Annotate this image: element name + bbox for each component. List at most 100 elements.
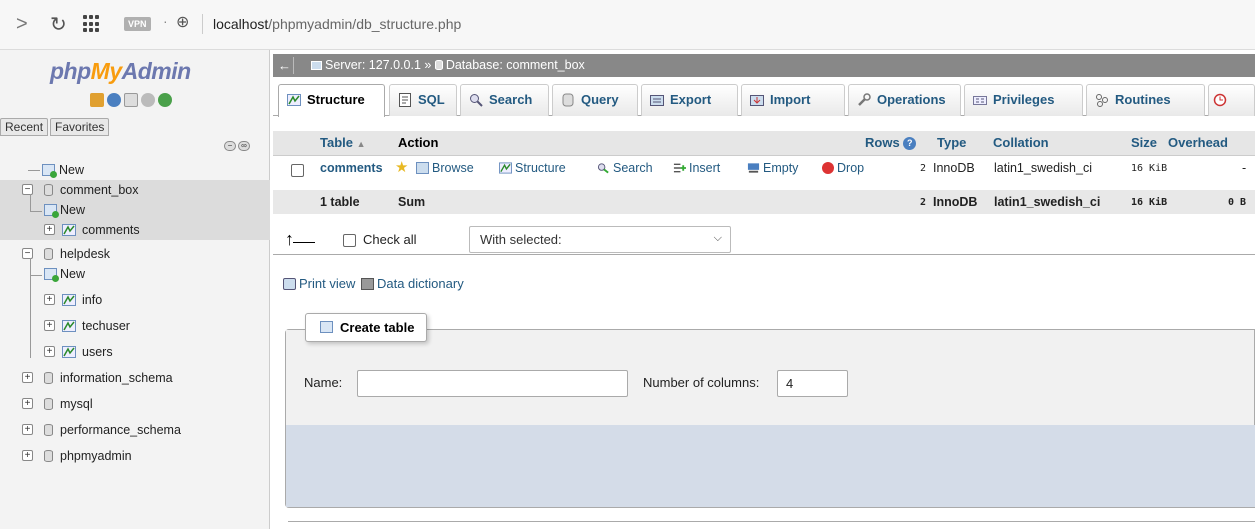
tree-item-phpmyadmin[interactable]: + phpmyadmin [0, 446, 270, 466]
table-row: comments ★ Browse Structure Search Inser… [273, 156, 1255, 182]
tree-item-new-table[interactable]: New [0, 194, 270, 220]
structure-icon [287, 94, 301, 106]
row-overhead: - [1242, 161, 1247, 175]
column-table-header[interactable]: Table ▲ [320, 135, 366, 150]
tab-structure[interactable]: Structure [278, 84, 385, 117]
collapse-icon[interactable]: − [22, 248, 33, 259]
tree-item-label: techuser [82, 319, 130, 333]
with-selected-select[interactable]: With selected: ⌵ [469, 226, 731, 253]
reload-icon[interactable]: ↻ [50, 12, 67, 37]
tree-item-new[interactable]: New [0, 160, 270, 180]
row-size[interactable]: 16 KiB [1131, 163, 1167, 174]
collapse-icon[interactable]: − [22, 184, 33, 195]
collapse-all-icon[interactable]: − [224, 141, 236, 151]
data-dictionary-link[interactable]: Data dictionary [360, 276, 464, 291]
empty-action[interactable]: Empty [747, 161, 798, 175]
expand-icon[interactable]: + [22, 424, 33, 435]
number-of-columns-label: Number of columns: [643, 375, 760, 390]
row-collation: latin1_swedish_ci [994, 161, 1092, 175]
address-bar[interactable]: localhost/phpmyadmin/db_structure.php [213, 16, 461, 32]
tab-import[interactable]: Import [741, 84, 845, 116]
tab-sql[interactable]: SQL [389, 84, 457, 116]
vpn-badge[interactable]: VPN [124, 17, 151, 31]
tree-item-helpdesk[interactable]: − helpdesk [0, 244, 270, 264]
tree-item-comments[interactable]: + comments [0, 220, 270, 240]
search-icon [597, 163, 609, 174]
tree-item-new-table[interactable]: New [0, 258, 270, 358]
tree-item-label: New [59, 163, 85, 177]
favorites-tab[interactable]: Favorites [50, 118, 110, 136]
back-arrow-icon[interactable]: ← [278, 54, 291, 77]
print-links: Print view Data dictionary [283, 276, 464, 291]
insert-action[interactable]: Insert [673, 161, 720, 175]
expand-icon[interactable]: + [44, 320, 55, 331]
tree-item-label: New [60, 203, 86, 217]
column-collation-header[interactable]: Collation [993, 135, 1049, 150]
reload-nav-icon[interactable] [158, 93, 172, 107]
create-table-legend: Create table [305, 313, 428, 342]
settings-icon[interactable] [141, 93, 155, 107]
tab-privileges[interactable]: Privileges [964, 84, 1083, 116]
help-icon[interactable]: ? [903, 137, 917, 150]
tab-query[interactable]: Query [552, 84, 638, 116]
recent-tab[interactable]: Recent [0, 118, 49, 136]
expand-icon[interactable]: + [44, 346, 55, 357]
structure-action[interactable]: Structure [499, 161, 566, 175]
table-name-input[interactable] [357, 370, 628, 397]
tree-item-label: users [82, 345, 113, 359]
forward-icon[interactable]: > [16, 13, 28, 36]
number-of-columns-input[interactable]: 4 [777, 370, 848, 397]
expand-icon[interactable]: + [22, 372, 33, 383]
drop-action[interactable]: Drop [822, 161, 864, 175]
tree-item-label: phpmyadmin [60, 449, 132, 463]
tree-item-techuser[interactable]: + techuser [0, 316, 270, 336]
breadcrumb-database[interactable]: Database: comment_box [446, 58, 585, 72]
logout-icon[interactable] [107, 93, 121, 107]
bulk-actions: ↑ Check all With selected: ⌵ [273, 225, 1255, 255]
tab-export[interactable]: Export [641, 84, 738, 116]
home-icon[interactable] [90, 93, 104, 107]
check-all-checkbox[interactable] [343, 234, 356, 247]
column-type-header[interactable]: Type [937, 135, 966, 150]
breadcrumb-server[interactable]: Server: 127.0.0.1 [325, 58, 421, 72]
tree-item-users[interactable]: + users [0, 342, 270, 362]
database-tree: New − comment_box New + comments − helpd… [0, 160, 270, 466]
expand-icon[interactable]: + [22, 450, 33, 461]
favorite-star-icon[interactable]: ★ [395, 158, 408, 176]
column-overhead-header[interactable]: Overhead [1168, 135, 1228, 150]
arrow-up-icon: ↑ [285, 229, 294, 249]
tree-item-mysql[interactable]: + mysql [0, 394, 270, 414]
search-action[interactable]: Search [597, 161, 653, 175]
tree-item-performance-schema[interactable]: + performance_schema [0, 420, 270, 440]
tree-item-comment-box[interactable]: − comment_box [0, 180, 270, 200]
column-rows-header[interactable]: Rows ? [865, 135, 917, 150]
link-icon[interactable]: ∞ [238, 141, 250, 151]
expand-icon[interactable]: + [44, 294, 55, 305]
tree-item-label: info [82, 293, 103, 307]
print-view-link[interactable]: Print view [283, 276, 355, 291]
table-name-link[interactable]: comments [320, 161, 383, 175]
column-size-header[interactable]: Size [1131, 135, 1157, 150]
table-icon [62, 294, 76, 306]
tab-search[interactable]: Search [460, 84, 549, 116]
structure-icon [499, 162, 512, 174]
sort-asc-icon: ▲ [356, 139, 366, 149]
check-all-label[interactable]: Check all [363, 232, 416, 247]
summary-collation: latin1_swedish_ci [994, 195, 1101, 209]
tab-routines[interactable]: Routines [1086, 84, 1205, 116]
recent-favorites-tabs: Recent Favorites [0, 118, 110, 136]
phpmyadmin-logo[interactable]: phpMyAdmin [50, 58, 191, 85]
globe-icon[interactable]: ⊕ [176, 12, 189, 32]
tree-item-information-schema[interactable]: + information_schema [0, 368, 270, 388]
help-icon[interactable] [124, 93, 138, 107]
apps-grid-icon[interactable] [83, 15, 101, 33]
tree-item-info[interactable]: + info [0, 290, 270, 310]
expand-icon[interactable]: + [44, 224, 55, 235]
tab-events[interactable] [1208, 84, 1255, 116]
tab-operations[interactable]: Operations [848, 84, 961, 116]
separator-dot: · [163, 13, 168, 29]
browse-action[interactable]: Browse [416, 161, 474, 175]
expand-icon[interactable]: + [22, 398, 33, 409]
url-path: /phpmyadmin/db_structure.php [268, 16, 462, 32]
row-checkbox[interactable] [291, 164, 304, 177]
